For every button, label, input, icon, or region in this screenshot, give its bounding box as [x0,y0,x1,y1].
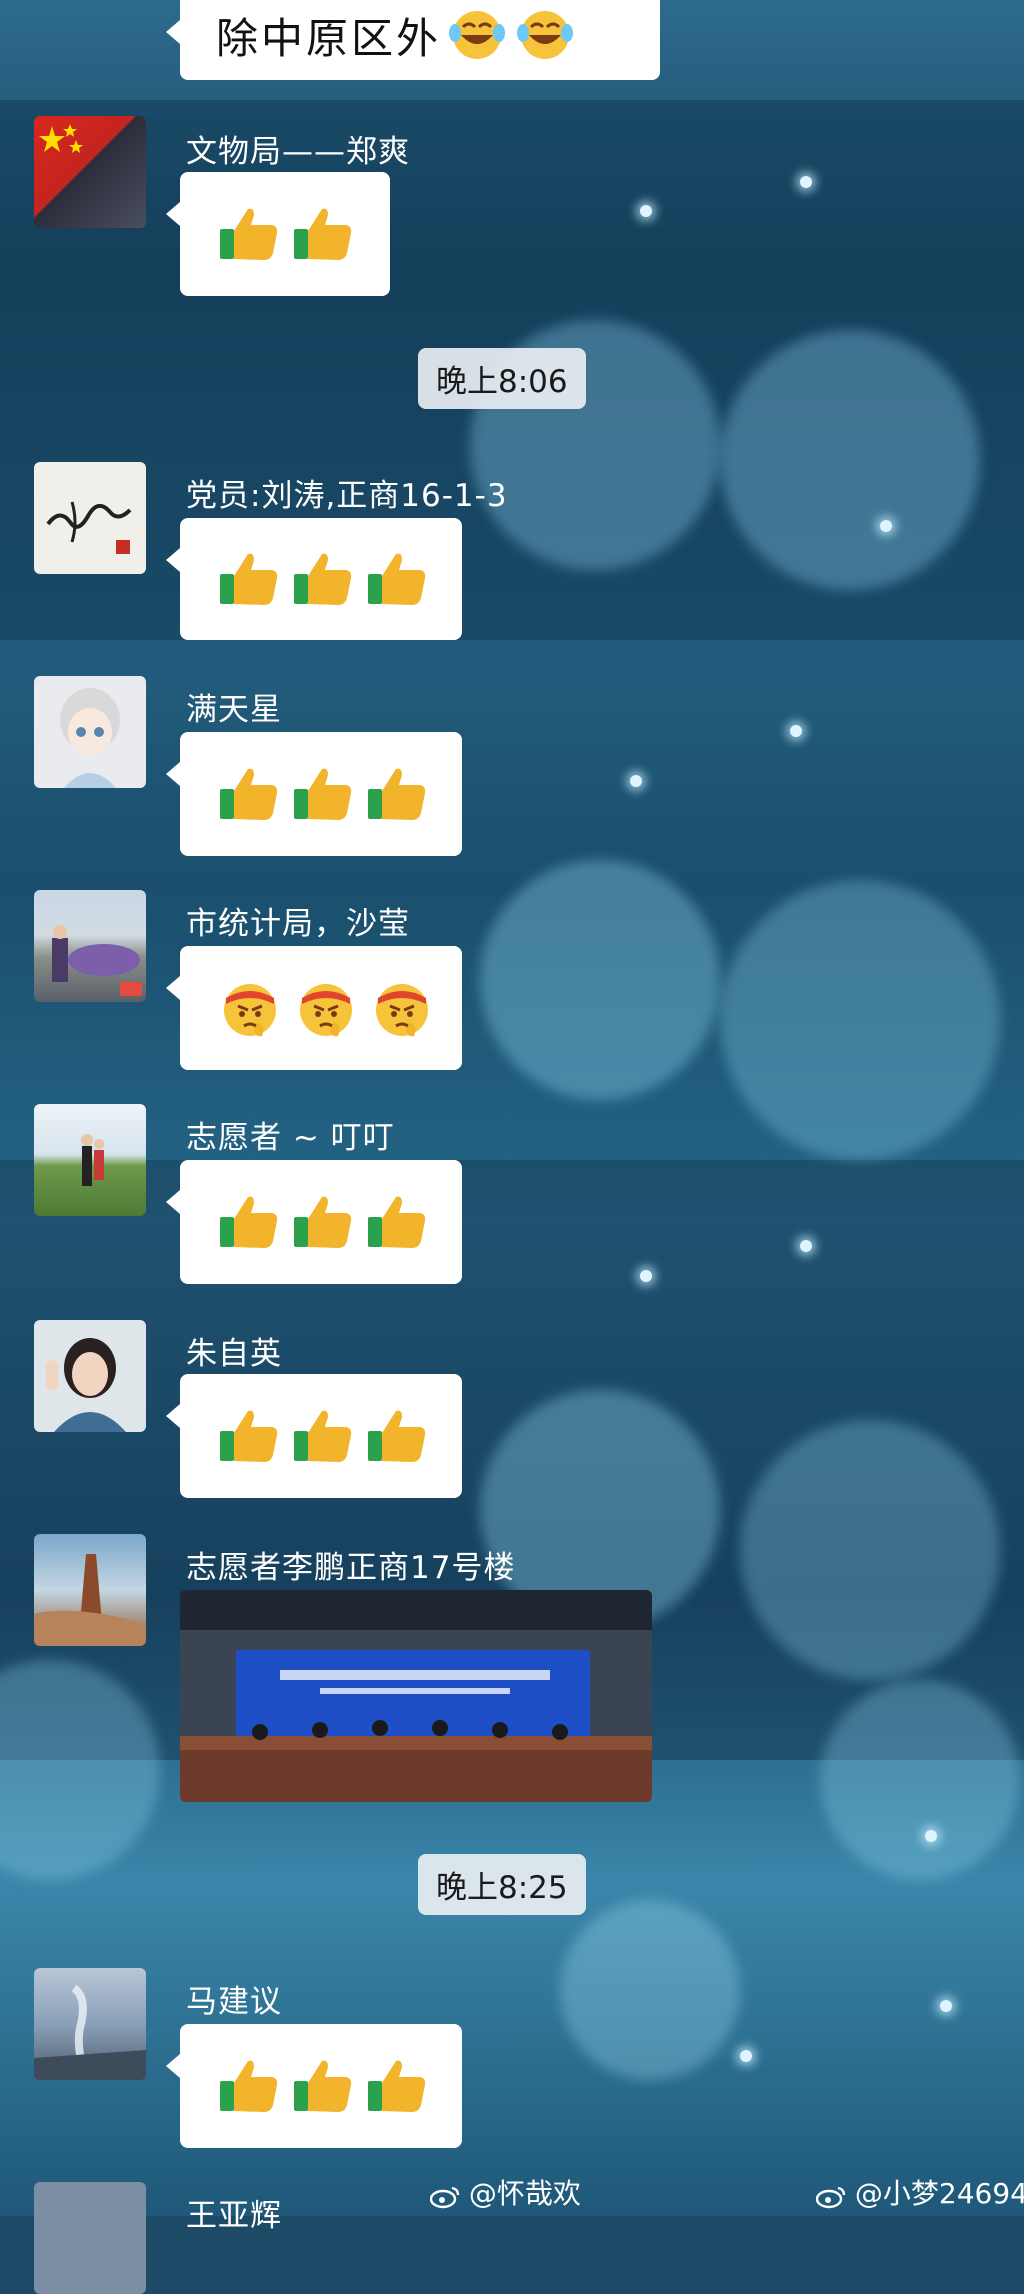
avatar[interactable] [34,890,146,1002]
avatar[interactable] [34,462,146,574]
sender-name: 王亚辉 [186,2198,282,2234]
sender-name: 文物局——郑爽 [186,134,410,170]
thumbs-up-icon [366,763,428,825]
weibo-icon [429,2183,460,2209]
avatar[interactable] [34,1534,146,1646]
message-bubble[interactable] [166,518,462,640]
thumbs-up-icon [218,763,280,825]
thumbs-up-icon [292,763,354,825]
message-text: 除中原区外 [216,13,442,63]
thumbs-up-icon [292,1191,354,1253]
sender-name: 满天星 [186,692,282,728]
laugh-cry-emoji-icon [513,5,577,65]
sender-name: 马建议 [186,1984,282,2020]
sender-name: 市统计局，沙莹 [186,906,410,942]
sender-name: 党员:刘涛,正商16-1-3 [186,478,508,514]
thumbs-up-icon [218,1405,280,1467]
message-bubble[interactable] [166,172,390,296]
determined-face-icon [218,976,282,1040]
message-bubble[interactable] [166,946,462,1070]
thumbs-up-icon [292,203,354,265]
thumbs-up-icon [366,1191,428,1253]
determined-face-icon [294,976,358,1040]
avatar[interactable] [34,2182,146,2294]
sender-name: 志愿者 ~ 叮叮 [186,1120,395,1156]
determined-face-icon [370,976,434,1040]
sender-name: 志愿者李鹏正商17号楼 [186,1550,516,1586]
message-bubble-top[interactable]: 除中原区外 [166,0,660,80]
timestamp: 晚上8:25 [418,1854,586,1915]
thumbs-up-icon [366,548,428,610]
sender-name: 朱自英 [186,1336,282,1372]
watermark-text: @小梦24694 [854,2177,1024,2210]
thumbs-up-icon [292,2055,354,2117]
watermark-text: @怀哉欢 [468,2177,581,2210]
weibo-icon [815,2183,846,2209]
avatar[interactable] [34,1104,146,1216]
thumbs-up-icon [218,1191,280,1253]
thumbs-up-icon [218,548,280,610]
message-bubble[interactable] [166,1160,462,1284]
message-bubble[interactable] [166,732,462,856]
laugh-cry-emoji-icon [445,5,509,65]
watermark: @怀哉欢 [429,2172,581,2212]
thumbs-up-icon [366,1405,428,1467]
watermark: @小梦24694 [815,2172,1024,2212]
image-attachment[interactable] [180,1590,652,1802]
thumbs-up-icon [218,2055,280,2117]
avatar[interactable] [34,116,146,228]
thumbs-up-icon [292,1405,354,1467]
message-bubble[interactable] [166,1374,462,1498]
timestamp: 晚上8:06 [418,348,586,409]
message-bubble[interactable] [166,2024,462,2148]
thumbs-up-icon [366,2055,428,2117]
thumbs-up-icon [218,203,280,265]
thumbs-up-icon [292,548,354,610]
avatar[interactable] [34,676,146,788]
avatar[interactable] [34,1320,146,1432]
avatar[interactable] [34,1968,146,2080]
